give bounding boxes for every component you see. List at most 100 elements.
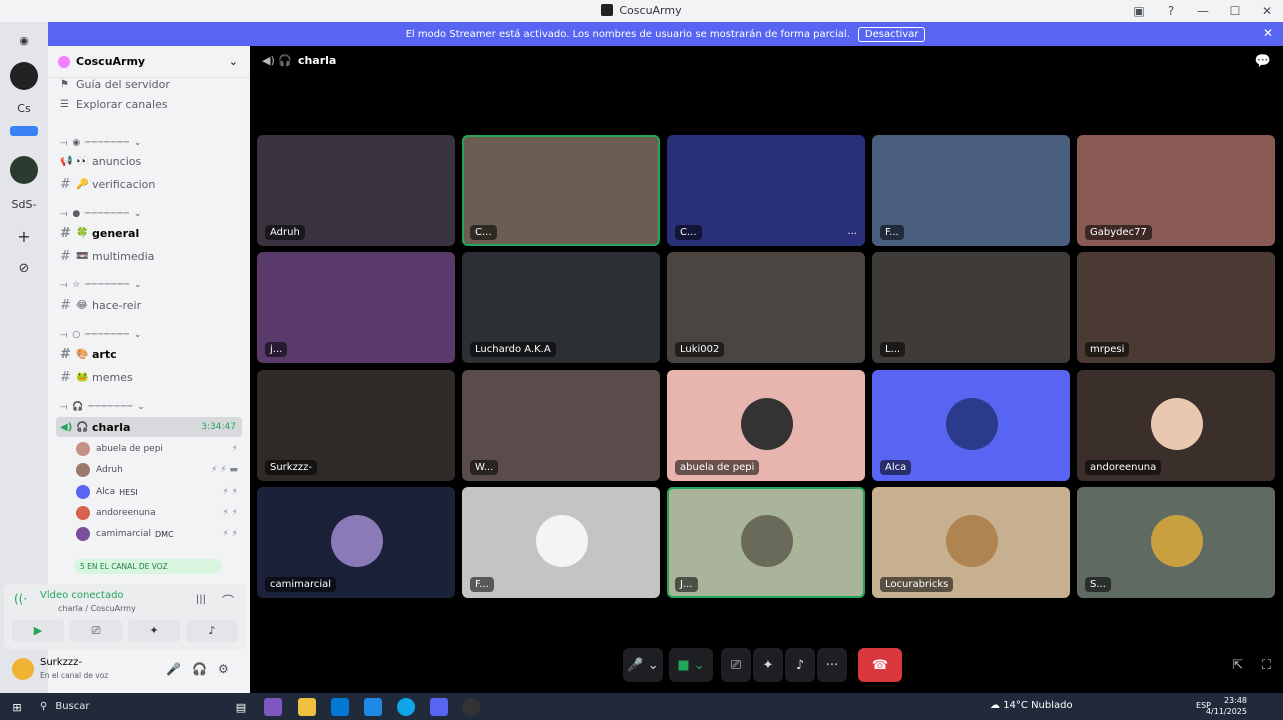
disconnect-button[interactable]: ☎ — [858, 648, 902, 682]
disable-streamer-button[interactable]: Desactivar — [857, 26, 926, 42]
headphones-icon[interactable]: 🎧 — [192, 662, 207, 676]
discord-home-icon[interactable]: ◉ — [10, 26, 38, 54]
voice-member[interactable]: Alca HESI ⚡ ⚡ — [76, 482, 242, 502]
channel-general[interactable]: # 🍀 general — [56, 223, 242, 243]
inbox-icon[interactable]: ▣ — [1123, 4, 1155, 18]
video-tile[interactable]: C... ··· — [667, 135, 865, 246]
more-icon[interactable]: ··· — [847, 229, 857, 240]
voice-member[interactable]: abuela de pepi ⚡ — [76, 439, 242, 459]
category-divider[interactable]: ⟞ 🎧 ─────── ⌄ — [60, 402, 146, 412]
emoji-icon: 🎨 — [76, 348, 89, 360]
window-titlebar: CoscuArmy ▣ ? — ☐ ✕ — [0, 0, 1283, 22]
maximize-button[interactable]: ☐ — [1219, 4, 1251, 18]
chat-icon[interactable]: 💬 — [1255, 54, 1271, 69]
video-tile[interactable]: Luchardo A.K.A — [462, 252, 660, 363]
voice-channel-charla[interactable]: ◀) 🎧 charla 3:34:47 — [56, 417, 242, 437]
soundboard-button[interactable]: ♪ — [186, 620, 238, 642]
weather-widget[interactable]: ☁ 14°C Nublado — [990, 700, 1073, 711]
clock[interactable]: 23:48 4/11/2025 — [1206, 695, 1247, 717]
video-tile[interactable]: W... — [462, 370, 660, 481]
store-icon[interactable] — [331, 698, 349, 716]
avatar[interactable] — [12, 658, 34, 680]
add-server-icon[interactable]: + — [10, 222, 38, 250]
explore-icon[interactable]: ⊘ — [10, 254, 38, 282]
soundboard-button[interactable]: ♪ — [785, 648, 815, 682]
avatar-tile[interactable]: camimarcial — [257, 487, 455, 598]
minimize-button[interactable]: — — [1187, 4, 1219, 18]
channel-hace-reir[interactable]: # 😂 hace-reir — [56, 295, 242, 315]
channel-multimedia[interactable]: # 📼 multimedia — [56, 246, 242, 266]
category-divider[interactable]: ⟞ ○ ─────── ⌄ — [60, 330, 142, 340]
more-options-button[interactable]: ··· — [817, 648, 847, 682]
channel-arte[interactable]: # 🎨 artc — [56, 344, 242, 364]
video-tile[interactable]: Surkzzz- — [257, 370, 455, 481]
chevron-down-icon[interactable]: ⌄ — [229, 55, 238, 68]
video-tile[interactable]: j... — [257, 252, 455, 363]
category-divider[interactable]: ⟞ ☆ ─────── ⌄ — [60, 280, 143, 290]
disconnect-icon[interactable]: ⌒ — [222, 592, 234, 609]
channel-browse[interactable]: ☰ Explorar canales — [56, 94, 242, 114]
avatar-tile[interactable]: Locurabricks — [872, 487, 1070, 598]
avatar-tile[interactable]: S... — [1077, 487, 1275, 598]
channel-guide[interactable]: ⚑ Guía del servidor — [56, 74, 242, 94]
obs-icon[interactable] — [462, 698, 480, 716]
voice-status[interactable]: Vídeo conectado — [40, 590, 124, 601]
file-explorer-icon[interactable] — [298, 698, 316, 716]
task-view-icon[interactable]: ▤ — [232, 698, 250, 716]
video-tile[interactable]: Luki002 — [667, 252, 865, 363]
mail-icon[interactable] — [364, 698, 382, 716]
channel-anuncios[interactable]: 📢 👀 anuncios — [56, 151, 242, 171]
avatar-tile[interactable]: abuela de pepi — [667, 370, 865, 481]
username[interactable]: Surkzzz- — [40, 657, 82, 668]
discord-taskbar-icon[interactable] — [430, 698, 448, 716]
screen-share-button[interactable]: ⎚ — [721, 648, 751, 682]
fullscreen-icon[interactable]: ⛶ — [1262, 658, 1271, 673]
video-tile[interactable]: L... — [872, 252, 1070, 363]
channel-verificacion[interactable]: # 🔑 verificacion — [56, 174, 242, 194]
screen-share-button[interactable]: ⎚ — [70, 620, 122, 642]
avatar-tile[interactable]: Alca — [872, 370, 1070, 481]
video-tile[interactable]: Gabydec77 — [1077, 135, 1275, 246]
noise-suppression-icon[interactable]: ||| — [196, 594, 206, 605]
camera-button[interactable]: ▶ — [12, 620, 64, 642]
taskbar-search[interactable]: ⚲ Buscar — [34, 697, 224, 716]
avatar-tile[interactable]: J... — [667, 487, 865, 598]
server-icon-sds[interactable]: SdS- — [10, 190, 38, 218]
video-tile[interactable]: Adruh — [257, 135, 455, 246]
tile-label: W... — [470, 460, 499, 475]
status-icons: ⚡ ⚡ — [222, 487, 239, 497]
voice-member[interactable]: camimarcial DMC ⚡ ⚡ — [76, 524, 242, 544]
avatar-tile[interactable]: F... — [462, 487, 660, 598]
status-icons: ⚡ ⚡ ▬ — [211, 465, 238, 475]
server-icon-coscuarmy[interactable] — [10, 156, 38, 184]
windows-start-icon[interactable]: ⊞ — [8, 698, 26, 716]
voice-member[interactable]: Adruh ⚡ ⚡ ▬ — [76, 460, 242, 480]
channel-memes[interactable]: # 🐸 memes — [56, 367, 242, 387]
copilot-icon[interactable] — [264, 698, 282, 716]
camera-button[interactable]: ■ ⌄ — [669, 648, 713, 682]
avatar-tile[interactable]: andoreenuna — [1077, 370, 1275, 481]
settings-icon[interactable]: ⚙ — [218, 662, 229, 676]
help-icon[interactable]: ? — [1155, 4, 1187, 18]
status-icons: ⚡ ⚡ — [222, 529, 239, 539]
video-tile[interactable]: C... — [462, 135, 660, 246]
time-text: 23:48 — [1223, 696, 1247, 705]
category-divider[interactable]: ⟞ ◉ ─────── ⌄ — [60, 138, 142, 148]
server-icon[interactable] — [10, 62, 38, 90]
activities-button[interactable]: ✦ — [753, 648, 783, 682]
microphone-icon[interactable]: 🎤 — [166, 662, 181, 676]
voice-member[interactable]: andoreenuna ⚡ ⚡ — [76, 503, 242, 523]
headphones-icon: 🎧 — [76, 421, 89, 433]
microphone-button[interactable]: 🎤 ⌄ — [623, 648, 663, 682]
server-icon[interactable] — [10, 126, 38, 136]
category-divider[interactable]: ⟞ ● ─────── ⌄ — [60, 209, 142, 219]
voice-count-pill[interactable]: 5 EN EL CANAL DE VOZ — [74, 559, 222, 574]
video-tile[interactable]: F... — [872, 135, 1070, 246]
video-tile[interactable]: mrpesi — [1077, 252, 1275, 363]
activities-button[interactable]: ✦ — [128, 620, 180, 642]
edge-icon[interactable] — [397, 698, 415, 716]
close-icon[interactable]: ✕ — [1263, 26, 1273, 40]
close-window-button[interactable]: ✕ — [1251, 4, 1283, 18]
server-icon-cs[interactable]: Cs — [10, 94, 38, 122]
popout-icon[interactable]: ⇱ — [1232, 658, 1243, 673]
